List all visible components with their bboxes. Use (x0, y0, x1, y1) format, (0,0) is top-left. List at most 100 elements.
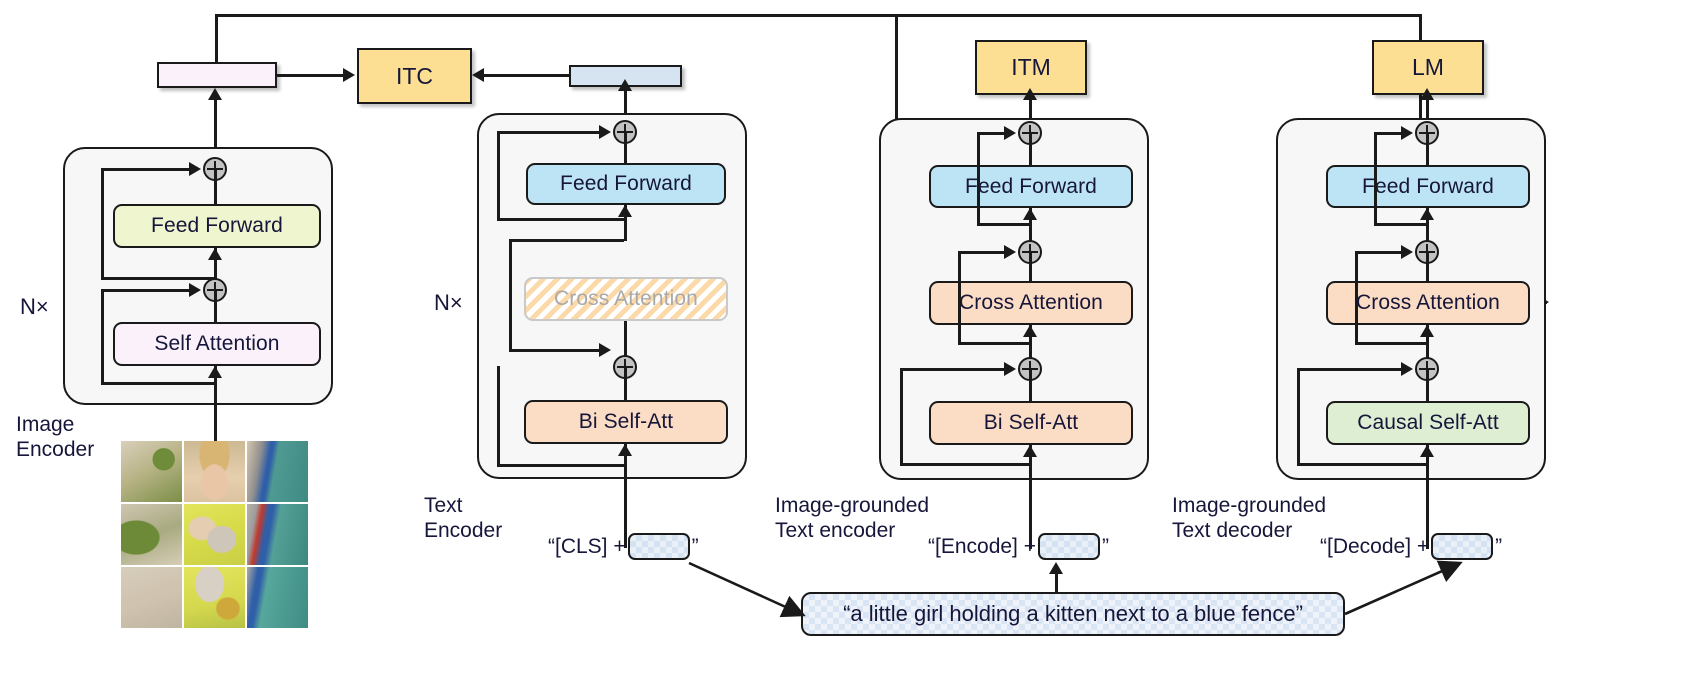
text-encoder-feed-forward-label: Feed Forward (560, 172, 692, 195)
input-caption-bubble[interactable]: “a little girl holding a kitten next to … (801, 592, 1345, 636)
arrow-itm-into-bisa (1023, 445, 1037, 457)
text-encoder-prompt-prefix: “[CLS] + (548, 534, 626, 558)
image-encoder-caption-line1: Image (16, 413, 75, 436)
image-encoder-residual-ff-top (101, 168, 191, 171)
text-encoder-bi-self-attention-label: Bi Self-Att (578, 410, 674, 433)
arrow-itm-residual-bisa (1004, 362, 1016, 376)
image-encoder-residual-sa-bottom (101, 382, 214, 385)
itm-feed-forward-label: Feed Forward (965, 174, 1097, 198)
image-patch-0-1 (184, 441, 245, 502)
text-encoder-prompt[interactable]: “[CLS] + ” (548, 533, 699, 560)
itm-residual-xatt-bottom (958, 342, 1029, 345)
itm-residual-bisa-vertical (900, 368, 903, 465)
objective-lm-label: LM (1412, 54, 1444, 80)
lm-feed-forward-label: Feed Forward (1362, 174, 1494, 198)
text-encoder-bi-self-attention[interactable]: Bi Self-Att (524, 400, 728, 444)
image-patch-2-1 (184, 567, 245, 628)
objective-itm[interactable]: ITM (975, 40, 1087, 95)
lm-prompt-suffix: ” (1495, 534, 1503, 558)
objective-itc-label: ITC (395, 62, 434, 89)
itm-caption-line1: Image-grounded (775, 494, 930, 517)
caption-to-itm-line (1055, 572, 1058, 594)
input-caption-text: “a little girl holding a kitten next to … (843, 601, 1303, 626)
image-encoder-tower (63, 147, 333, 405)
itm-feed-forward[interactable]: Feed Forward (929, 165, 1133, 208)
text-encoder-path-ff-to-add (624, 132, 627, 164)
arrow-lm-into-xatt (1420, 325, 1434, 337)
text-encoder-caption-line1: Text (424, 494, 463, 517)
lm-residual-ff-top (1374, 132, 1403, 135)
arrow-text-feature-to-itc (472, 68, 484, 82)
text-encoder-path-xatt-to-add (624, 321, 627, 356)
itm-residual-xatt-top (958, 251, 1006, 254)
image-feature-bus-down-to-bar (215, 14, 218, 62)
arrow-itm-residual-ff (1004, 126, 1016, 140)
itm-residual-ff-top (977, 132, 1006, 135)
image-encoder-feed-forward[interactable]: Feed Forward (113, 204, 321, 248)
lm-causal-self-attention[interactable]: Causal Self-Att (1326, 401, 1530, 445)
itm-cross-attention-label: Cross Attention (959, 291, 1103, 314)
lm-path-ff-to-add (1426, 133, 1429, 167)
arrow-itm-into-xatt (1023, 325, 1037, 337)
text-encoder-cross-attention-disabled[interactable]: Cross Attention (524, 277, 728, 321)
lm-feed-forward[interactable]: Feed Forward (1326, 165, 1530, 208)
itm-residual-bisa-top (900, 368, 1006, 371)
image-feature-bar (157, 62, 277, 88)
image-patch-1-1 (184, 504, 245, 565)
lm-path-causal-to-add (1426, 369, 1429, 402)
objective-itc[interactable]: ITC (357, 48, 472, 104)
arrow-to-lm (1420, 88, 1434, 100)
image-patch-1-2 (247, 504, 308, 565)
text-encoder-cross-attention-label: Cross Attention (554, 287, 698, 310)
itm-prompt[interactable]: “[Encode] + ” (928, 533, 1109, 560)
itm-residual-bisa-bottom (900, 463, 1029, 466)
itm-bi-self-attention[interactable]: Bi Self-Att (929, 401, 1133, 445)
arrow-image-feature-to-itc (343, 68, 355, 82)
text-encoder-caption-line2: Encoder (424, 519, 503, 542)
lm-residual-xatt-vertical (1355, 251, 1358, 344)
itm-residual-ff-bottom (977, 223, 1029, 226)
image-patch-0-0 (121, 441, 182, 502)
arrow-itm-residual-xatt (1004, 245, 1016, 259)
itm-path-ff-to-add (1029, 133, 1032, 167)
text-encoder-residual-bisa-vertical (497, 366, 500, 465)
image-encoder-residual-sa-vertical (101, 289, 104, 384)
objective-lm[interactable]: LM (1372, 40, 1484, 95)
lm-residual-ff-vertical (1374, 132, 1377, 225)
itm-caption-line2: Text encoder (775, 519, 896, 542)
text-encoder-residual-ff-bottom (497, 218, 624, 221)
image-encoder-feed-forward-label: Feed Forward (151, 214, 283, 237)
arrow-image-encoder-into-sa (208, 366, 222, 378)
text-feature-to-itc-line (484, 74, 569, 77)
lm-prompt-prefix: “[Decode] + (1320, 534, 1430, 558)
arrow-lm-into-ff (1420, 208, 1434, 220)
arrow-text-encoder-residual-ff (599, 125, 611, 139)
arrow-lm-into-causal (1420, 445, 1434, 457)
text-encoder-skip-xatt-vertical (509, 239, 512, 351)
itm-prompt-prefix: “[Encode] + (928, 534, 1036, 558)
arrow-lm-residual-causal (1401, 362, 1413, 376)
image-patch-2-0 (121, 567, 182, 628)
itm-prompt-suffix: ” (1101, 534, 1109, 558)
itm-prompt-token-placeholder[interactable] (1037, 533, 1100, 560)
input-image-patch-grid (121, 441, 308, 628)
text-encoder-feed-forward[interactable]: Feed Forward (526, 163, 726, 205)
image-encoder-residual-ff-bottom (101, 277, 214, 280)
image-encoder-path-sa-to-add (214, 290, 217, 323)
arrow-lm-residual-xatt (1401, 245, 1413, 259)
arrow-text-encoder-to-feature-bar (618, 79, 632, 91)
itm-residual-ff-vertical (977, 132, 980, 225)
lm-residual-causal-bottom (1297, 463, 1426, 466)
image-encoder-self-attention[interactable]: Self Attention (113, 322, 321, 366)
arrow-text-encoder-skip-xatt (599, 343, 611, 357)
text-encoder-residual-bisa-bottom (497, 464, 624, 467)
lm-residual-causal-vertical (1297, 368, 1300, 465)
image-patch-1-0 (121, 504, 182, 565)
lm-residual-xatt-bottom (1355, 342, 1426, 345)
text-encoder-skip-xatt-bottom (509, 349, 601, 352)
lm-residual-ff-bottom (1374, 223, 1426, 226)
arrow-text-encoder-into-ff (618, 205, 632, 217)
image-encoder-repeat-label: N× (20, 294, 49, 319)
arrow-image-encoder-residual-ff (189, 162, 201, 176)
arrow-caption-to-itm-prompt (1049, 562, 1063, 574)
